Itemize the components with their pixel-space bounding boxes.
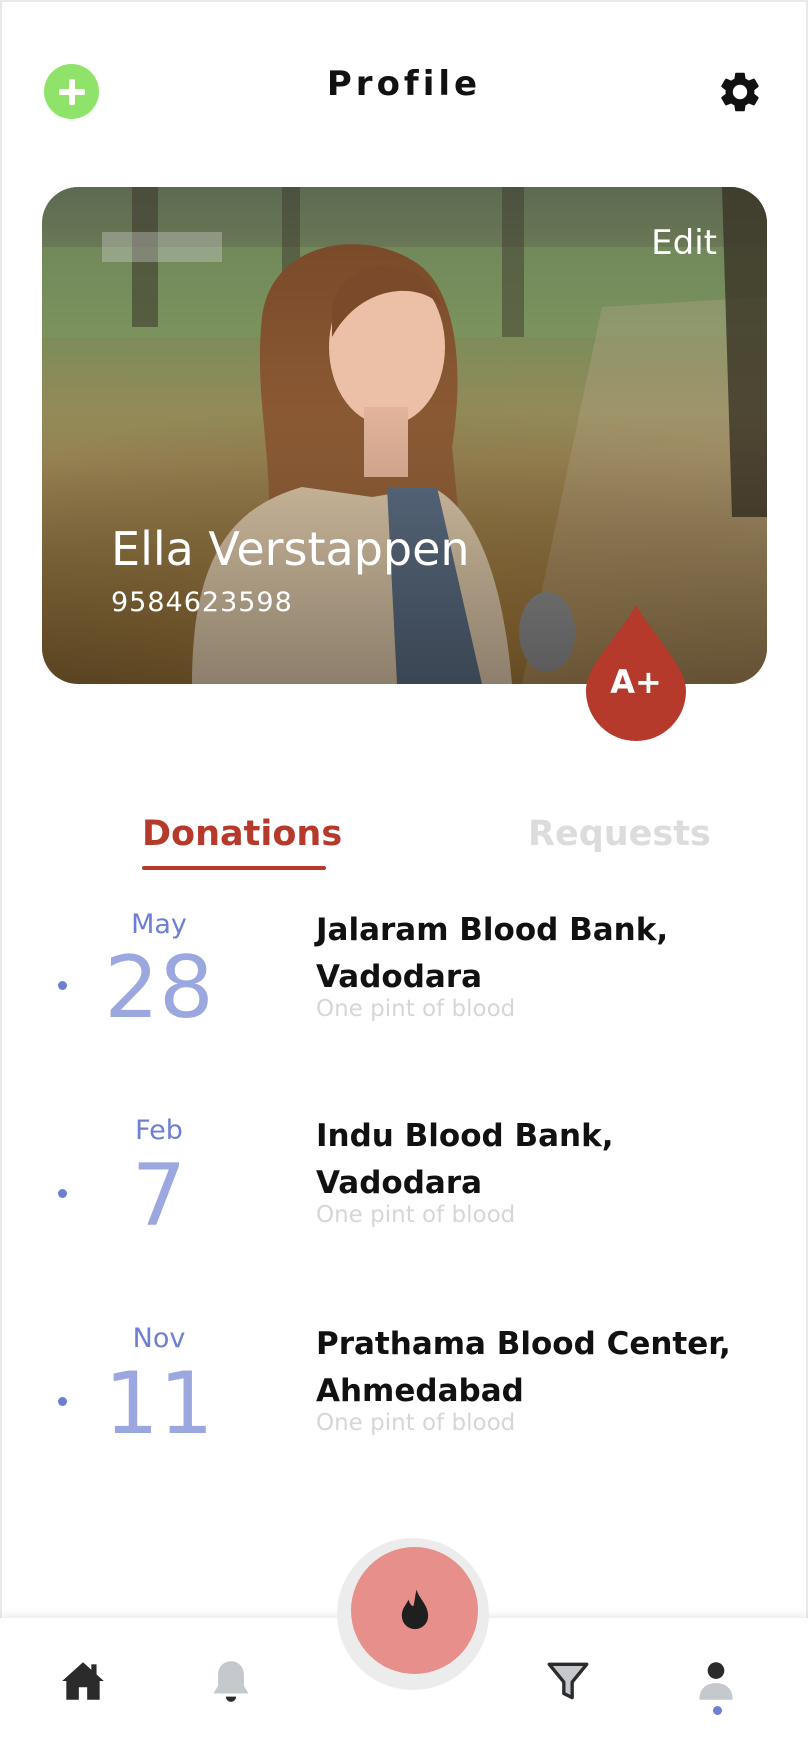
donation-amount: One pint of blood [316,996,516,1022]
active-tab-underline [142,866,326,870]
blood-group-label: A+ [610,663,662,701]
blood-bank-name: Indu Blood Bank, Vadodara [316,1118,614,1201]
tab-requests[interactable]: Requests [528,814,711,854]
donation-day: 28 [104,938,214,1038]
timeline-dot [58,1397,67,1406]
donation-amount: One pint of blood [316,1410,516,1436]
timeline-dot [58,981,67,990]
donation-item[interactable]: May 28 Jalaram Blood Bank, Vadodara One … [0,905,808,1045]
active-nav-indicator [713,1706,722,1715]
donation-item[interactable]: Feb 7 Indu Blood Bank, Vadodara One pint… [0,1113,808,1253]
blood-group-badge: A+ [584,603,688,743]
home-icon[interactable] [58,1656,108,1706]
donate-fab-button[interactable] [351,1547,478,1674]
filter-icon[interactable] [543,1656,593,1706]
user-phone: 9584623598 [111,587,293,618]
edit-button[interactable]: Edit [651,223,717,263]
page-title: Profile [326,64,482,104]
tab-donations[interactable]: Donations [142,814,342,854]
blood-bank-name: Jalaram Blood Bank, Vadodara [316,912,669,995]
user-icon[interactable] [691,1656,741,1706]
timeline-dot [58,1189,67,1198]
bell-icon[interactable] [206,1656,256,1706]
donation-amount: One pint of blood [316,1202,516,1228]
donation-item[interactable]: Nov 11 Prathama Blood Center, Ahmedabad … [0,1321,808,1461]
blood-bank-name: Prathama Blood Center, Ahmedabad [316,1326,731,1409]
user-name: Ella Verstappen [111,522,470,576]
donation-day: 7 [131,1146,187,1246]
donation-month: May [131,909,187,940]
donation-month: Feb [135,1115,183,1146]
donation-day: 11 [104,1354,214,1454]
gear-icon[interactable] [716,68,764,116]
donation-month: Nov [132,1323,186,1354]
flame-icon [401,1589,428,1629]
